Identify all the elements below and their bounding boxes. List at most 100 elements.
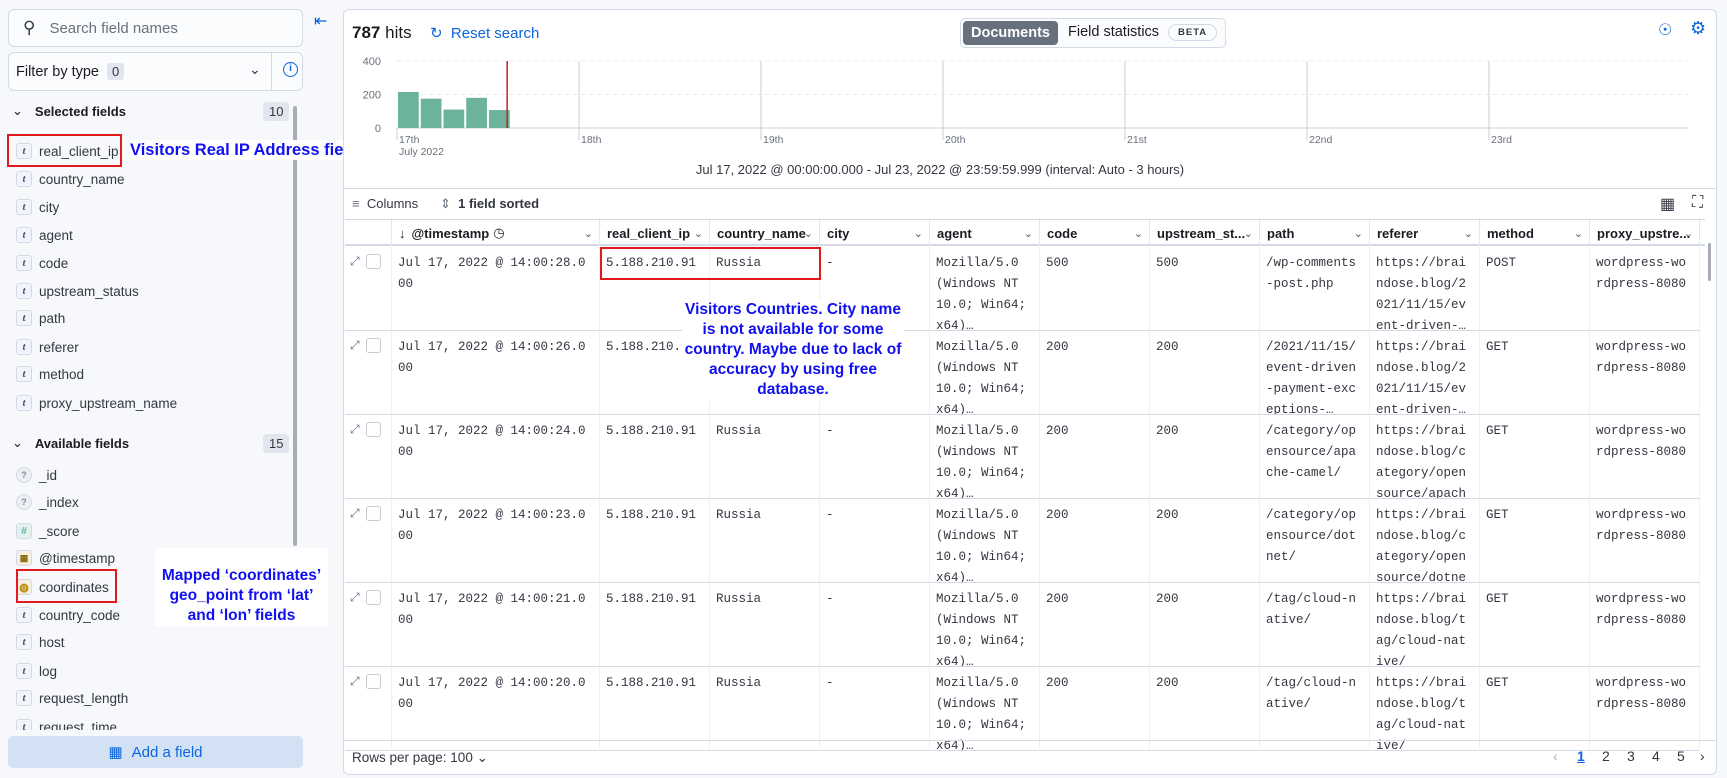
column-header[interactable]: city ⌄ xyxy=(820,220,930,246)
coordinates-highlight-box xyxy=(16,569,117,603)
table-cell: Russia xyxy=(710,415,820,499)
table-cell: /2021/11/15/event-driven-payment-excepti… xyxy=(1260,331,1370,415)
add-field-button[interactable]: ▦ Add a field xyxy=(8,736,303,768)
column-header[interactable]: country_name ⌄ xyxy=(710,220,820,246)
expand-icon[interactable]: ⤢ xyxy=(350,590,360,604)
chevron-down-icon[interactable]: ⌄ xyxy=(1354,227,1363,240)
pagination-prev[interactable]: ‹ xyxy=(1553,748,1558,764)
expand-icon[interactable]: ⤢ xyxy=(350,506,360,520)
chevron-down-icon[interactable]: ⌄ xyxy=(1574,227,1583,240)
field-name: log xyxy=(39,663,58,679)
field-item-request-time[interactable]: t request_time xyxy=(16,715,117,730)
tab-documents[interactable]: Documents xyxy=(963,21,1058,45)
chevron-down-icon[interactable]: ⌄ xyxy=(584,227,593,240)
chevron-down-icon[interactable]: ⌄ xyxy=(1134,227,1143,240)
pagination-page-5[interactable]: 5 xyxy=(1677,748,1685,764)
column-header[interactable]: agent ⌄ xyxy=(930,220,1040,246)
column-header[interactable]: upstream_st... ⌄ xyxy=(1150,220,1260,246)
row-checkbox[interactable] xyxy=(365,674,381,690)
table-scrollbar[interactable] xyxy=(1708,243,1711,281)
row-checkbox[interactable] xyxy=(365,338,381,354)
field-type-icon: ? xyxy=(16,467,32,483)
table-cell: 200 xyxy=(1040,583,1150,667)
expand-icon[interactable]: ⤢ xyxy=(350,674,360,688)
table-cell: 200 xyxy=(1150,499,1260,583)
column-header[interactable]: method ⌄ xyxy=(1480,220,1590,246)
pagination-page-3[interactable]: 3 xyxy=(1627,748,1635,764)
chevron-down-icon[interactable]: ⌄ xyxy=(1244,227,1253,240)
list-icon: ≡ xyxy=(352,196,360,211)
field-item--id[interactable]: ? _id xyxy=(16,463,57,487)
x-tick-label: 21st xyxy=(1127,134,1147,146)
expand-icon[interactable]: ⤢ xyxy=(350,254,360,268)
column-title: path xyxy=(1267,225,1295,241)
table-cell: Mozilla/5.0 (Windows NT 10.0; Win64; x64… xyxy=(930,331,1040,415)
field-item-host[interactable]: t host xyxy=(16,630,65,654)
column-header[interactable]: code ⌄ xyxy=(1040,220,1150,246)
histogram-bar xyxy=(466,97,487,128)
pagination-page-1[interactable]: 1 xyxy=(1577,748,1585,764)
column-header[interactable]: path ⌄ xyxy=(1260,220,1370,246)
row-checkbox[interactable] xyxy=(365,590,381,606)
table-cell: Mozilla/5.0 (Windows NT 10.0; Win64; x64… xyxy=(930,415,1040,499)
chevron-down-icon[interactable]: ⌄ xyxy=(694,227,703,240)
chevron-down-icon[interactable]: ⌄ xyxy=(1464,227,1473,240)
table-cell: Jul 17, 2022 @ 14:00:28.000 xyxy=(392,247,600,331)
field-name: host xyxy=(39,634,65,650)
field-item--timestamp[interactable]: ▦ @timestamp xyxy=(16,546,115,570)
chevron-down-icon[interactable]: ⌄ xyxy=(1024,227,1033,240)
column-title: real_client_ip xyxy=(607,225,691,241)
field-type-icon: t xyxy=(16,663,32,679)
density-icon[interactable]: ▦ xyxy=(1660,194,1675,214)
x-tick-label: 22nd xyxy=(1309,134,1333,146)
table-cell: wordpress-wordpress-8080 xyxy=(1590,247,1700,331)
row-checkbox[interactable] xyxy=(365,506,381,522)
x-tick-label: 19th xyxy=(763,134,784,146)
column-header[interactable]: referer ⌄ xyxy=(1370,220,1480,246)
view-toggle: Documents Field statistics BETA xyxy=(960,18,1226,48)
column-header[interactable]: ↓ @timestamp ◷ ⌄ xyxy=(392,220,600,246)
table-cell: Mozilla/5.0 (Windows NT 10.0; Win64; x64… xyxy=(930,499,1040,583)
field-item-country-code[interactable]: t country_code xyxy=(16,603,120,627)
expand-icon[interactable]: ⤢ xyxy=(350,338,360,352)
table-cell: wordpress-wordpress-8080 xyxy=(1590,499,1700,583)
chevron-down-icon[interactable]: ⌄ xyxy=(914,227,923,240)
hits-count: 787 hits xyxy=(352,23,412,42)
pagination-page-2[interactable]: 2 xyxy=(1602,748,1610,764)
reset-search-button[interactable]: ↻ Reset search xyxy=(430,24,539,42)
table-cell: https://braindose.blog/tag/cloud-native/ xyxy=(1370,583,1480,667)
fullscreen-icon[interactable]: ⛶ xyxy=(1692,194,1703,212)
ip-annotation: Visitors Real IP Address field xyxy=(130,140,359,160)
column-header[interactable]: real_client_ip ⌄ xyxy=(600,220,710,246)
country-highlight-box xyxy=(600,247,821,280)
field-name: country_code xyxy=(39,607,121,623)
tab-field-statistics[interactable]: Field statistics xyxy=(1068,24,1159,40)
field-item--index[interactable]: ? _index xyxy=(16,490,79,514)
pagination-next[interactable]: › xyxy=(1700,748,1705,764)
columns-button[interactable]: ≡ Columns xyxy=(352,196,418,211)
row-checkbox[interactable] xyxy=(365,422,381,438)
sort-button[interactable]: ⇕ 1 field sorted xyxy=(440,196,539,212)
collapse-sidebar-icon[interactable]: ⇤ xyxy=(314,11,327,31)
field-type-icon: # xyxy=(16,523,32,539)
header-controls-cell xyxy=(345,220,392,246)
expand-icon[interactable]: ⤢ xyxy=(350,422,360,436)
field-item-request-length[interactable]: t request_length xyxy=(16,686,128,710)
chevron-down-icon[interactable]: ⌄ xyxy=(804,227,813,240)
field-type-icon: t xyxy=(16,690,32,706)
table-cell: https://braindose.blog/category/opensour… xyxy=(1370,499,1480,583)
table-cell: 200 xyxy=(1040,499,1150,583)
row-checkbox[interactable] xyxy=(365,254,381,270)
column-header[interactable]: proxy_upstre... ⌄ xyxy=(1590,220,1700,246)
field-item-log[interactable]: t log xyxy=(16,659,57,683)
row-controls: ⤢ xyxy=(345,331,392,415)
inspect-icon[interactable]: ☉ xyxy=(1658,20,1672,40)
table-cell: wordpress-wordpress-8080 xyxy=(1590,583,1700,667)
row-controls: ⤢ xyxy=(345,415,392,499)
pagination-page-4[interactable]: 4 xyxy=(1652,748,1660,764)
gear-icon[interactable]: ⚙ xyxy=(1690,18,1706,39)
chevron-down-icon[interactable]: ⌄ xyxy=(1684,227,1693,240)
field-item--score[interactable]: # _score xyxy=(16,519,80,543)
table-cell: 500 xyxy=(1150,247,1260,331)
rows-per-page-select[interactable]: Rows per page: 100 ⌄ xyxy=(352,750,488,766)
